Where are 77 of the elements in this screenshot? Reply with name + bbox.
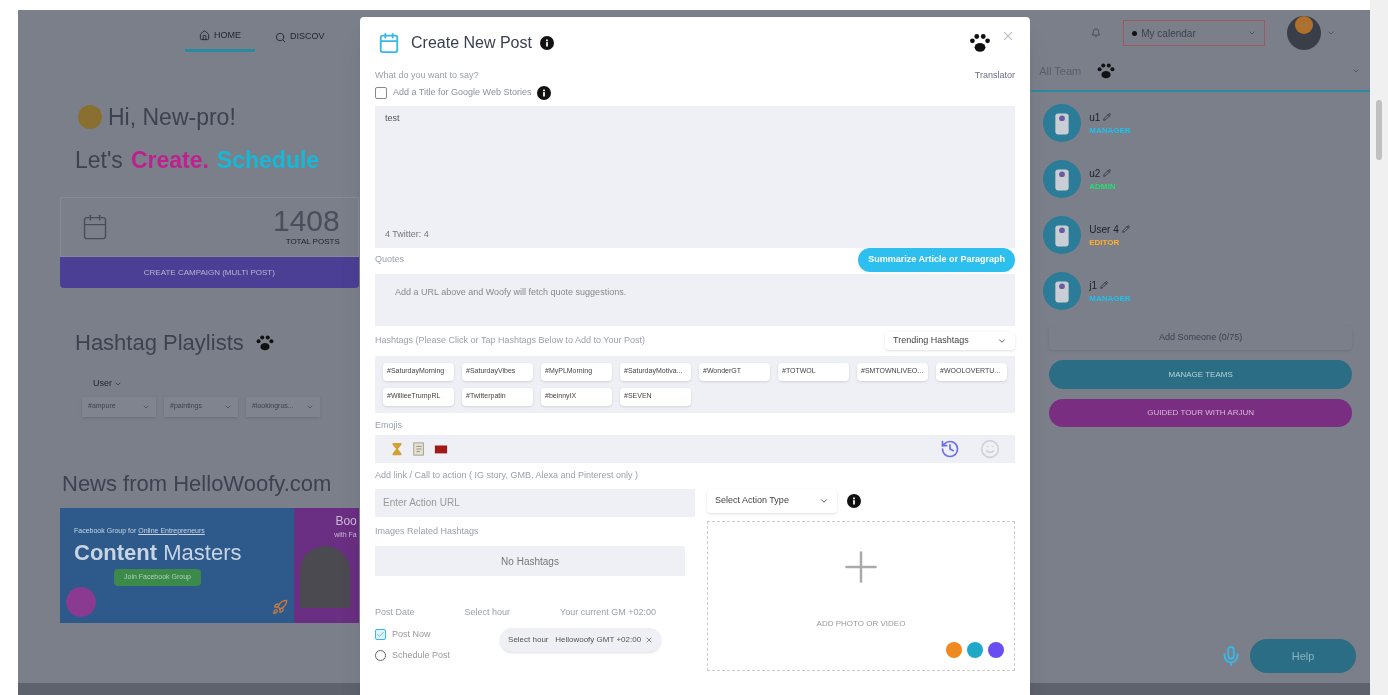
caret-icon[interactable] [1352, 67, 1360, 75]
member-name: u1 [1089, 110, 1101, 125]
member-role: MANAGER [1089, 292, 1131, 305]
radio-label: Post Now [392, 627, 431, 641]
images-hashtags-label: Images Related Hashtags [375, 524, 480, 538]
clear-icon[interactable] [645, 635, 654, 644]
rocket-icon [272, 598, 288, 615]
banner-side-title: Boo [335, 512, 357, 530]
avatar-icon [1043, 216, 1082, 254]
memo-icon[interactable] [412, 441, 426, 457]
emojis-label: Emojis [375, 418, 403, 432]
avatar-icon [1043, 160, 1082, 198]
home-icon [199, 30, 210, 41]
link-label: Add link / Call to action ( IG story, GMB, Alexa and Pinterest only ) [375, 469, 639, 482]
member-name: User 4 [1089, 222, 1119, 237]
manage-teams-button[interactable]: MANAGE TEAMS [1049, 360, 1352, 389]
radio-label: Schedule Post [392, 649, 451, 662]
section-title: Hashtag Playlists [75, 329, 244, 357]
no-hashtags-box: No Hashtags [375, 546, 685, 576]
pencil-icon[interactable] [1121, 225, 1130, 233]
info-icon[interactable] [847, 493, 861, 508]
dialog-title: Create New Post [411, 33, 532, 53]
info-icon[interactable] [537, 85, 552, 100]
section-title: News from HelloWoofy.com [62, 469, 333, 498]
photo-placeholder [300, 546, 351, 608]
post-text-area[interactable]: test 4 Twitter: 4 [375, 105, 1015, 248]
quotes-box: Add a URL above and Woofy will fetch quote suggestions. [375, 273, 1015, 326]
calendar-icon [378, 32, 400, 54]
nav-tab[interactable]: HOME [185, 22, 255, 52]
caret-icon [1248, 29, 1257, 37]
member-name: u2 [1089, 166, 1101, 181]
hourglass-icon[interactable] [390, 441, 404, 457]
member-name: j1 [1089, 278, 1098, 293]
caret-icon [1327, 29, 1336, 37]
character-counter: 4 Twitter: 4 [385, 228, 430, 241]
quotes-label: Quotes [375, 252, 405, 266]
action-type-dropdown[interactable]: Select Action Type [707, 488, 837, 513]
tagline-word: Create. [130, 145, 209, 175]
pencil-icon[interactable] [1103, 169, 1112, 177]
pencil-icon[interactable] [1100, 281, 1109, 289]
member-role: MANAGER [1089, 124, 1131, 137]
tagline-text: Let's [75, 145, 123, 175]
hashtag-source-dropdown[interactable]: Trending Hashtags [885, 331, 1015, 350]
prompt-label: What do you want to say? [375, 69, 479, 82]
post-date-label: Post Date [375, 606, 415, 619]
search-icon [275, 31, 286, 43]
check-badge-icon [1295, 16, 1314, 34]
timezone-label: Your current GM +02:00 [560, 606, 657, 619]
bell-icon[interactable] [1091, 28, 1102, 38]
calendar-select[interactable]: My calendar [1123, 20, 1266, 46]
scrollbar-thumb[interactable] [1376, 100, 1382, 160]
post-count-label: TOTAL POSTS [285, 236, 340, 248]
smiley-icon[interactable] [980, 439, 1000, 459]
checkbox-label: Add a Title for Google Web Stories [393, 85, 532, 99]
avatar-icon [1043, 104, 1082, 142]
history-icon[interactable] [940, 439, 960, 459]
translator-link[interactable]: Translator [974, 69, 1015, 83]
pencil-icon[interactable] [1103, 113, 1112, 121]
avatar-icon [1043, 272, 1082, 310]
greeting: Hi, New-pro! [108, 103, 236, 132]
info-icon[interactable] [539, 36, 554, 50]
tagline-word: Schedule [216, 145, 320, 175]
member-role: EDITOR [1089, 236, 1121, 249]
user-filter[interactable]: User [93, 377, 122, 391]
create-campaign-button[interactable]: CREATE CAMPAIGN (MULTI POST) [60, 257, 359, 288]
upload-area[interactable]: ADD PHOTO OR VIDEO [707, 520, 1015, 671]
banner-headline: Content Masters [74, 539, 243, 567]
close-icon[interactable] [1001, 29, 1015, 43]
member-role: ADMIN [1089, 180, 1116, 193]
checkbox[interactable] [375, 86, 387, 99]
nav-tab[interactable]: DISCOV [261, 22, 339, 52]
profile-avatar[interactable] [1287, 16, 1322, 50]
radio-button[interactable] [375, 628, 386, 640]
hashtags-label: Hashtags (Please Click or Tap Hashtags Below to Add to Your Post) [375, 333, 645, 347]
guided-tour-button[interactable]: GUIDED TOUR WITH ARJUN [1049, 399, 1352, 427]
hour-select[interactable]: Select hour Hellowoofy GMT +02:00 [500, 627, 662, 652]
select-hour-label: Select hour [464, 606, 511, 619]
